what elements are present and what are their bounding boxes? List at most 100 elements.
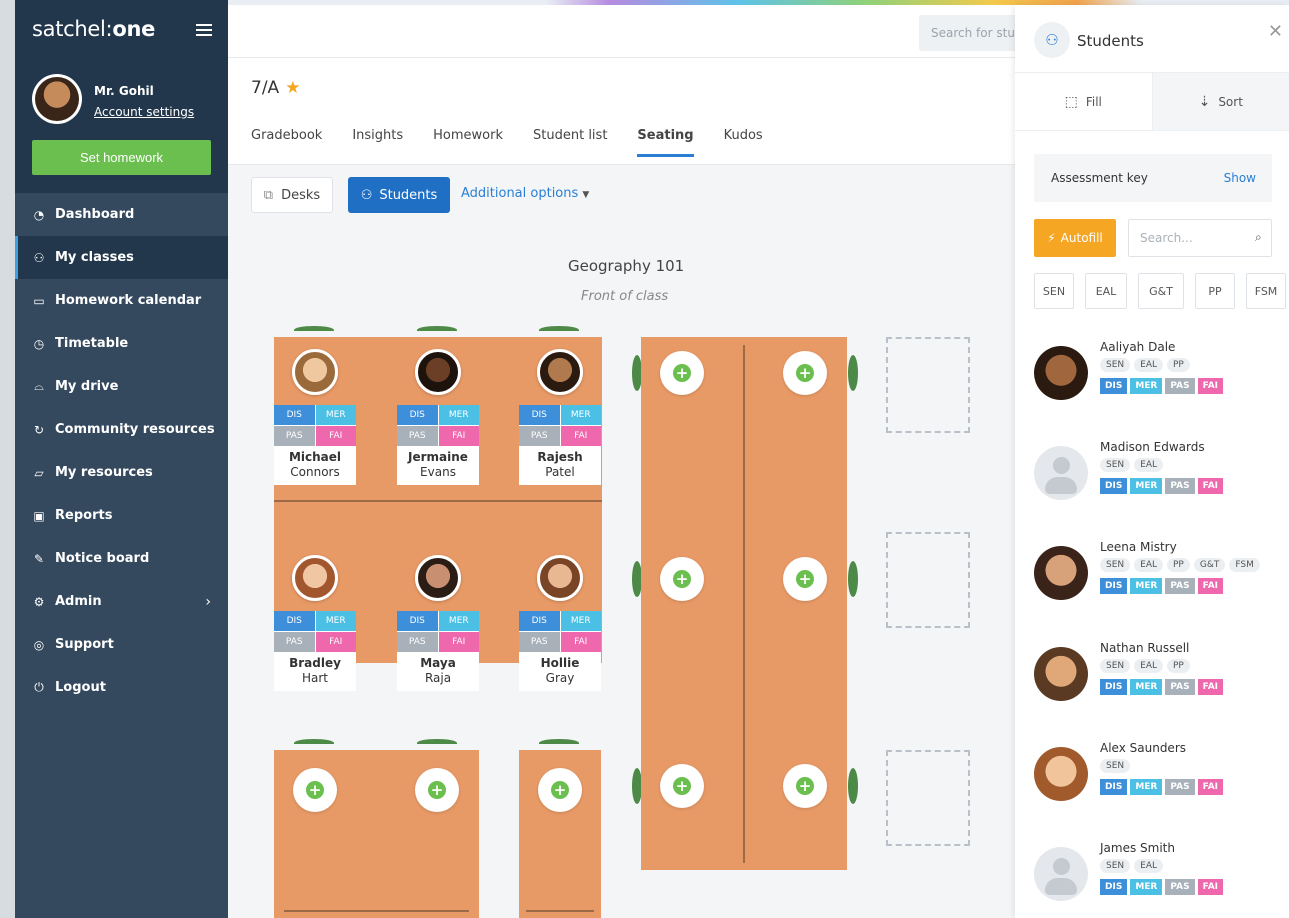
add-student-button[interactable]: + [783,557,827,601]
add-student-button[interactable]: + [660,351,704,395]
assessment-tags: DIS MER PAS FAI [1100,679,1224,695]
tab-homework[interactable]: Homework [433,128,503,157]
show-link[interactable]: Show [1224,171,1256,185]
tab-student-list[interactable]: Student list [533,128,607,157]
tag-dis: DIS [1100,478,1128,494]
add-student-button[interactable]: + [660,557,704,601]
assessment-tags: DIS MER PAS FAI [1100,879,1224,895]
clock-icon: ◷ [33,336,45,351]
desk-divider [743,345,745,863]
sidebar-item-reports[interactable]: ▣ Reports [15,494,228,537]
student-list-item[interactable]: Madison Edwards SEN EAL DIS MER PAS FAI [1034,440,1289,520]
plus-icon: + [796,777,814,795]
menu-icon[interactable] [196,24,212,36]
tab-gradebook[interactable]: Gradebook [251,128,322,157]
student-list-item[interactable]: Leena Mistry SEN EAL PP G&T FSM DIS MER PAS FAI [1034,540,1289,620]
star-icon[interactable]: ★ [285,78,300,98]
tag-dis: DIS [1100,679,1128,695]
last-name: Raja [424,671,452,685]
seat-student[interactable]: DIS MER PAS FAI Maya Raja [397,555,479,691]
assessment-tags: DIS MER PAS FAI [1100,478,1224,494]
student-name: James Smith [1100,841,1175,855]
sidebar-item-my-drive[interactable]: ⌓ My drive [15,365,228,408]
tag-fai: FAI [1197,779,1224,795]
student-list-item[interactable]: Alex Saunders SEN DIS MER PAS FAI [1034,741,1289,821]
student-list-item[interactable]: Aaliyah Dale SEN EAL PP DIS MER PAS FAI [1034,340,1289,420]
avatar-placeholder-icon [1034,446,1088,500]
empty-desk-slot[interactable] [886,750,970,846]
sidebar-item-my-resources[interactable]: ▱ My resources [15,451,228,494]
tag-fai: FAI [1197,679,1224,695]
sidebar-item-support[interactable]: ◎ Support [15,623,228,666]
add-student-button[interactable]: + [538,768,582,812]
main-content: 7/A★ Gradebook Insights Homework Student… [228,5,1015,918]
add-student-button[interactable]: + [783,764,827,808]
filter-sen[interactable]: SEN [1034,273,1074,309]
seat-name: Michael Connors [274,446,356,485]
seat-student[interactable]: DIS MER PAS FAI Bradley Hart [274,555,356,691]
avatar-placeholder-icon [1034,847,1088,901]
student-flags: SEN EAL PP [1100,358,1190,372]
search-icon[interactable]: ⌕ [1255,230,1262,245]
sidebar-item-dashboard[interactable]: ◔ Dashboard [15,193,228,236]
sidebar-item-label: Dashboard [55,207,135,222]
assessment-tags: DIS MER PAS FAI [274,611,356,652]
tab-fill-label: Fill [1085,94,1102,109]
sidebar-item-label: Notice board [55,551,150,566]
app-logo[interactable]: satchel:one [32,17,155,41]
add-student-button[interactable]: + [293,768,337,812]
seat-student[interactable]: DIS MER PAS FAI Rajesh Patel [519,349,601,485]
sidebar-item-admin[interactable]: ⚙ Admin › [15,580,228,623]
avatar [32,74,82,124]
autofill-button[interactable]: ⚡ Autofill [1034,219,1116,257]
add-student-button[interactable]: + [783,351,827,395]
plus-icon: + [673,570,691,588]
sidebar-item-my-classes[interactable]: ⚇ My classes [15,236,228,279]
set-homework-button[interactable]: Set homework [32,140,211,175]
avatar-photo [35,77,79,121]
empty-desk-slot[interactable] [886,337,970,433]
desks-button[interactable]: ⧉ Desks [251,177,333,213]
autofill-label: Autofill [1060,231,1103,245]
add-student-button[interactable]: + [660,764,704,808]
lightning-icon: ⚡ [1047,231,1056,245]
people-icon: ⚇ [360,187,373,203]
tab-seating[interactable]: Seating [637,128,694,157]
search-input[interactable] [919,15,1015,51]
sidebar-item-homework-calendar[interactable]: ▭ Homework calendar [15,279,228,322]
additional-options-dropdown[interactable]: Additional options ▼ [461,186,589,201]
desks-label: Desks [281,187,321,203]
top-bar [228,5,1015,58]
flag-badge: G&T [1193,558,1226,572]
tag-fai: FAI [1197,378,1224,394]
calendar-icon: ▭ [33,293,45,308]
tab-fill[interactable]: ⬚ Fill [1015,73,1152,130]
plus-icon: + [306,781,324,799]
tab-insights[interactable]: Insights [352,128,403,157]
sidebar-item-logout[interactable]: ⏻ Logout [15,666,228,709]
seat-student[interactable]: DIS MER PAS FAI Michael Connors [274,349,356,485]
sidebar-item-notice-board[interactable]: ✎ Notice board [15,537,228,580]
student-search-input[interactable] [1128,219,1272,257]
sidebar-item-timetable[interactable]: ◷ Timetable [15,322,228,365]
empty-desk-slot[interactable] [886,532,970,628]
filter-fsm[interactable]: FSM [1246,273,1286,309]
sidebar-item-community-resources[interactable]: ↻ Community resources [15,408,228,451]
seat-student[interactable]: DIS MER PAS FAI Jermaine Evans [397,349,479,485]
student-photo [537,555,583,601]
add-student-button[interactable]: + [415,768,459,812]
tab-kudos[interactable]: Kudos [724,128,763,157]
seat-student[interactable]: DIS MER PAS FAI Hollie Gray [519,555,601,691]
assessment-tags: DIS MER PAS FAI [1100,378,1224,394]
account-settings-link[interactable]: Account settings [94,105,194,119]
student-list-item[interactable]: James Smith SEN EAL DIS MER PAS FAI [1034,841,1289,918]
filter-eal[interactable]: EAL [1085,273,1127,309]
close-icon[interactable]: ✕ [1268,21,1283,42]
filter-gt[interactable]: G&T [1138,273,1184,309]
plus-icon: + [796,364,814,382]
student-list-item[interactable]: Nathan Russell SEN EAL PP DIS MER PAS FAI [1034,641,1289,721]
filter-pp[interactable]: PP [1195,273,1235,309]
students-button[interactable]: ⚇ Students [348,177,450,213]
desks-icon: ⧉ [263,187,274,203]
tab-sort[interactable]: ⇣ Sort [1151,73,1289,130]
